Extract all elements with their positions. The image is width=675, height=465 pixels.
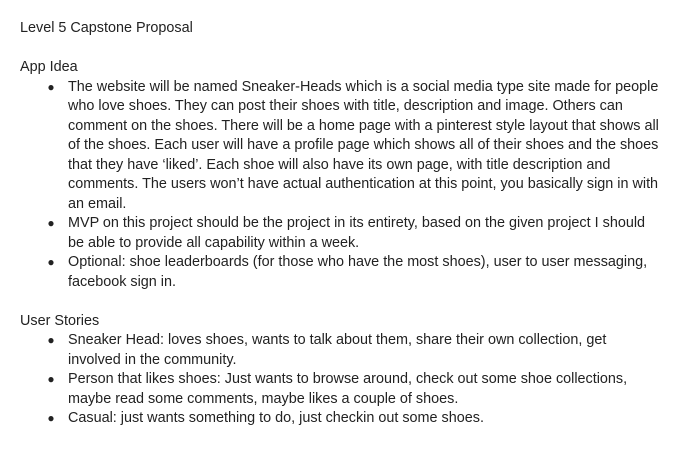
app-idea-list: ● The website will be named Sneaker-Head… — [20, 78, 660, 293]
section-heading-user-stories: User Stories — [20, 312, 100, 329]
list-item: ● Casual: just wants something to do, ju… — [20, 409, 660, 429]
section-heading-app-idea: App Idea — [20, 59, 78, 75]
list-item: ● Optional: shoe leaderboards (for those… — [20, 253, 660, 292]
bullet-icon: ● — [47, 216, 55, 230]
bullet-icon: ● — [47, 372, 55, 386]
list-item: ● MVP on this project should be the proj… — [20, 214, 660, 253]
list-item: ● The website will be named Sneaker-Head… — [20, 78, 660, 215]
bullet-icon: ● — [47, 411, 55, 425]
document-title: Level 5 Capstone Proposal — [20, 20, 193, 36]
list-item-text: Sneaker Head: loves shoes, wants to talk… — [68, 332, 607, 368]
list-item-text: The website will be named Sneaker-Heads … — [68, 78, 659, 212]
list-item-text: Person that likes shoes: Just wants to b… — [68, 371, 628, 407]
bullet-icon: ● — [47, 79, 55, 94]
bullet-icon: ● — [47, 255, 55, 269]
user-stories-list: ● Sneaker Head: loves shoes, wants to ta… — [20, 331, 660, 429]
list-item-text: Casual: just wants something to do, just… — [68, 410, 484, 426]
list-item-text: MVP on this project should be the projec… — [68, 215, 646, 251]
bullet-icon: ● — [47, 333, 55, 347]
list-item: ● Person that likes shoes: Just wants to… — [20, 370, 660, 409]
list-item-text: Optional: shoe leaderboards (for those w… — [68, 254, 648, 290]
list-item: ● Sneaker Head: loves shoes, wants to ta… — [20, 331, 660, 370]
document-body: Level 5 Capstone Proposal App Idea ● The… — [20, 19, 660, 429]
